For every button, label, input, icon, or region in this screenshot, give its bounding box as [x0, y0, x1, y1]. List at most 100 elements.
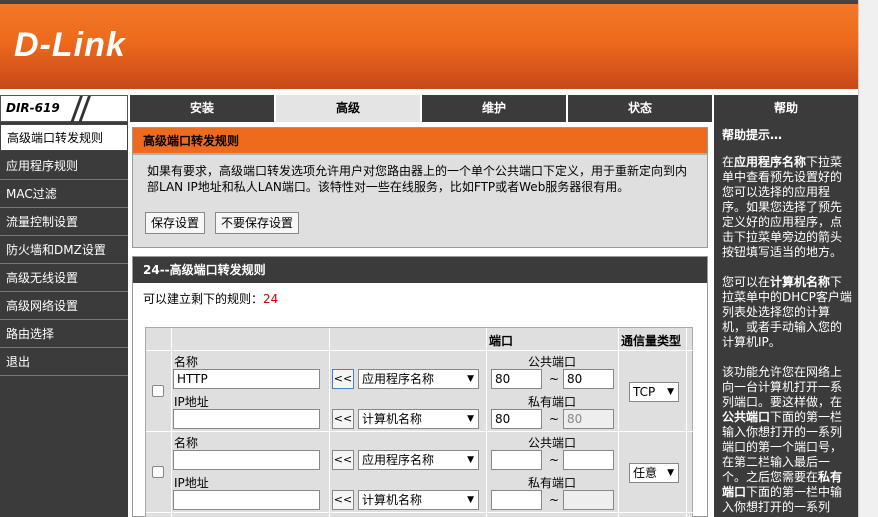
traffic-type-select[interactable]: TCP ▼ — [629, 382, 679, 402]
main-content: 高级端口转发规则 如果有要求，高级端口转发选项允许用户对您路由器上的一个单个公共… — [128, 122, 712, 517]
dropdown-arrow-icon: ▼ — [667, 468, 674, 478]
rules-remaining-count: 24 — [263, 292, 279, 306]
dropdown-arrow-icon: ▼ — [467, 414, 474, 424]
tab-help[interactable]: 帮助 — [712, 95, 858, 122]
public-port-start-input[interactable]: 80 — [491, 369, 542, 389]
public-port-label: 公共端口 — [528, 436, 577, 450]
copy-app-button[interactable]: << — [332, 450, 354, 470]
section-description: 如果有要求，高级端口转发选项允许用户对您路由器上的一个单个公共端口下定义，用于重… — [147, 164, 688, 194]
computer-name-select-value: 计算机名称 — [362, 412, 423, 426]
private-port-start-input[interactable] — [491, 490, 542, 510]
name-label: 名称 — [174, 436, 199, 450]
range-separator: ~ — [549, 372, 560, 386]
help-text: 您可以在 — [722, 275, 771, 289]
dropdown-arrow-icon: ▼ — [467, 495, 474, 505]
sidebar-item-routing[interactable]: 路由选择 — [0, 321, 128, 348]
sidebar-item-application-rules[interactable]: 应用程序规则 — [0, 153, 128, 180]
sidebar-item-advanced-port-forwarding[interactable]: 高级端口转发规则 — [0, 124, 128, 151]
range-separator: ~ — [549, 412, 560, 426]
help-text: 在 — [722, 155, 735, 169]
section-title: 高级端口转发规则 — [133, 128, 707, 155]
sidebar-item-logout[interactable]: 退出 — [0, 349, 128, 376]
dont-save-settings-button[interactable]: 不要保存设置 — [215, 212, 300, 234]
ip-label: IP地址 — [174, 395, 209, 409]
help-text: 该功能允许您在网络上向一台计算机打开一系列端口。要这样做，在 — [722, 365, 843, 409]
range-separator: ~ — [549, 453, 560, 467]
column-header-traffic-type: 通信量类型 — [621, 334, 682, 348]
ip-address-input[interactable] — [173, 490, 320, 510]
help-paragraph: 该功能允许您在网络上向一台计算机打开一系列端口。要这样做，在公共端口下面的第一栏… — [722, 365, 852, 515]
grid-line — [486, 328, 487, 517]
public-port-start-input[interactable] — [491, 450, 542, 470]
grid-line — [171, 328, 172, 517]
sidebar-item-advanced-wireless[interactable]: 高级无线设置 — [0, 265, 128, 292]
grid-line — [329, 328, 330, 517]
grid-line — [146, 431, 694, 432]
tab-maintenance[interactable]: 维护 — [420, 95, 566, 122]
tab-status[interactable]: 状态 — [566, 95, 712, 122]
tab-setup[interactable]: 安装 — [128, 95, 274, 122]
name-label: 名称 — [174, 355, 199, 369]
sidebar-item-firewall-dmz[interactable]: 防火墙和DMZ设置 — [0, 237, 128, 264]
traffic-type-select-value: 任意 — [633, 466, 658, 480]
rule-enable-checkbox[interactable] — [152, 466, 164, 478]
rules-section: 24--高级端口转发规则 可以建立剩下的规则：24 端口 通信量类型 名称 HT… — [132, 256, 708, 517]
grid-line — [146, 350, 694, 351]
dropdown-arrow-icon: ▼ — [467, 374, 474, 384]
application-name-select-value: 应用程序名称 — [362, 372, 435, 386]
application-name-select-value: 应用程序名称 — [362, 453, 435, 467]
rule-enable-checkbox[interactable] — [152, 385, 164, 397]
top-navigation: DIR-619 安装 高级 维护 状态 帮助 — [0, 95, 858, 123]
grid-line — [686, 328, 687, 517]
application-name-select[interactable]: 应用程序名称 ▼ — [358, 450, 479, 470]
model-label: DIR-619 — [6, 101, 60, 115]
model-label-box: DIR-619 — [0, 95, 128, 123]
left-sidebar: 高级端口转发规则 应用程序规则 MAC过滤 流量控制设置 防火墙和DMZ设置 高… — [0, 122, 128, 517]
rules-title: 24--高级端口转发规则 — [133, 257, 707, 283]
save-settings-button[interactable]: 保存设置 — [145, 212, 206, 234]
copy-computer-button[interactable]: << — [332, 409, 354, 429]
sidebar-item-traffic-control[interactable]: 流量控制设置 — [0, 209, 128, 236]
application-name-select[interactable]: 应用程序名称 ▼ — [358, 369, 479, 389]
computer-name-select[interactable]: 计算机名称 ▼ — [358, 490, 479, 510]
help-text: 下拉菜单中查看预先设置好的您可以选择的应用程序。如果您选择了预先定义好的应用程序… — [722, 155, 843, 259]
column-header-port: 端口 — [489, 334, 514, 348]
dlink-logo: D-Link — [14, 26, 126, 64]
help-panel: 帮助提示… 在应用程序名称下拉菜单中查看预先设置好的您可以选择的应用程序。如果您… — [712, 122, 858, 517]
computer-name-select-value: 计算机名称 — [362, 493, 423, 507]
computer-name-select[interactable]: 计算机名称 ▼ — [358, 409, 479, 429]
grid-line — [618, 328, 619, 517]
traffic-type-select[interactable]: 任意 ▼ — [629, 463, 679, 483]
private-port-label: 私有端口 — [528, 476, 577, 490]
header-banner: D-Link — [0, 0, 858, 92]
help-paragraph: 在应用程序名称下拉菜单中查看预先设置好的您可以选择的应用程序。如果您选择了预先定… — [722, 155, 852, 260]
help-title: 帮助提示… — [722, 128, 783, 142]
rules-remaining-label: 可以建立剩下的规则： — [143, 292, 264, 306]
help-text-bold: 公共端口 — [722, 410, 771, 424]
grid-line — [146, 512, 694, 513]
tab-advanced[interactable]: 高级 — [274, 95, 420, 122]
sidebar-item-mac-filter[interactable]: MAC过滤 — [0, 181, 128, 208]
help-paragraph: 您可以在计算机名称下拉菜单中的DHCP客户端列表处选择您的计算机，或者手动输入您… — [722, 275, 852, 350]
private-port-end-input[interactable] — [563, 490, 614, 510]
range-separator: ~ — [549, 493, 560, 507]
rule-name-input[interactable] — [173, 450, 320, 470]
help-text-bold: 计算机名称 — [770, 275, 831, 289]
private-port-start-input[interactable]: 80 — [491, 409, 542, 429]
sidebar-item-advanced-network[interactable]: 高级网络设置 — [0, 293, 128, 320]
help-text-bold: 应用程序名称 — [734, 155, 807, 169]
ip-label: IP地址 — [174, 476, 209, 490]
window-scrollbar[interactable] — [858, 0, 878, 517]
rules-table: 端口 通信量类型 名称 HTTP IP地址 << 应用程序名称 ▼ << 计算机名… — [145, 327, 694, 517]
private-port-end-input[interactable]: 80 — [563, 409, 614, 429]
copy-computer-button[interactable]: << — [332, 490, 354, 510]
intro-section: 高级端口转发规则 如果有要求，高级端口转发选项允许用户对您路由器上的一个单个公共… — [132, 127, 708, 248]
public-port-end-input[interactable] — [563, 450, 614, 470]
dropdown-arrow-icon: ▼ — [667, 387, 674, 397]
rule-name-input[interactable]: HTTP — [173, 369, 320, 389]
public-port-end-input[interactable]: 80 — [563, 369, 614, 389]
copy-app-button[interactable]: << — [332, 369, 354, 389]
public-port-label: 公共端口 — [528, 355, 577, 369]
ip-address-input[interactable] — [173, 409, 320, 429]
private-port-label: 私有端口 — [528, 395, 577, 409]
